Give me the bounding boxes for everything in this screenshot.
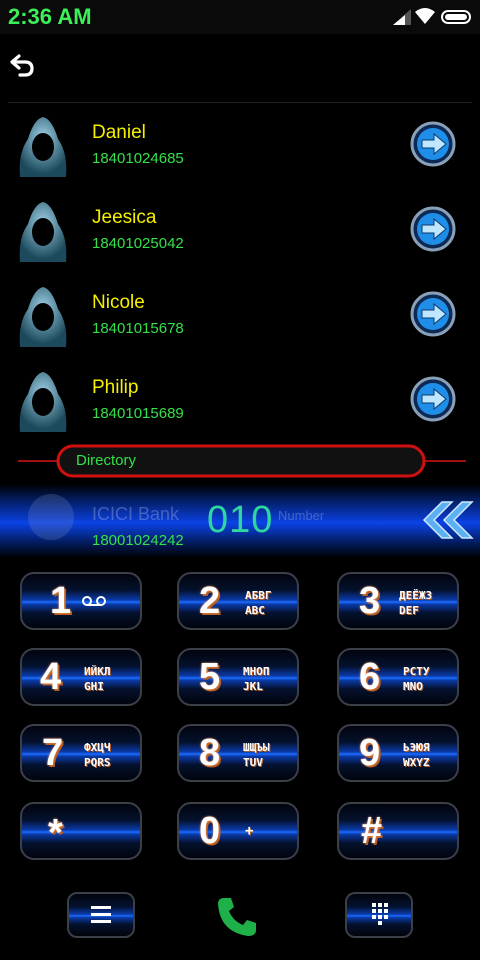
key-9[interactable]: 9 ЬЭЮЯ WXYZ — [337, 724, 459, 782]
dialed-number: 010 — [207, 499, 274, 541]
suggestion-avatar — [28, 494, 74, 540]
contact-list: Daniel 18401024685 Jeesica 18401025042 N… — [0, 108, 480, 448]
call-arrow-icon[interactable] — [410, 206, 456, 252]
directory-label: Directory — [76, 452, 137, 469]
hooded-avatar-icon — [19, 202, 67, 262]
dialpad-button[interactable] — [345, 892, 413, 938]
status-time: 2:36 AM — [8, 4, 92, 29]
hooded-avatar-icon — [19, 117, 67, 177]
key-6[interactable]: 6 РСТУ MNO — [337, 648, 459, 706]
dial-display: ICICI Bank 18001024242 010 Number — [0, 484, 480, 558]
key-letters: ДЕЁЖЗ DEF — [399, 589, 433, 617]
hooded-avatar-icon — [19, 287, 67, 347]
key-digit: 8 — [199, 732, 221, 774]
key-letters: + — [245, 823, 254, 839]
call-arrow-icon[interactable] — [410, 121, 456, 167]
contact-number: 18401024685 — [92, 150, 184, 167]
key-1[interactable]: 1 — [20, 572, 142, 630]
contact-row[interactable]: Jeesica 18401025042 — [0, 193, 480, 278]
call-arrow-icon[interactable] — [410, 291, 456, 337]
menu-button[interactable] — [67, 892, 135, 938]
key-letters: ФХЦЧ PQRS — [84, 741, 111, 769]
contact-name: Jeesica — [92, 207, 157, 228]
key-8[interactable]: 8 ШЩЪЫ TUV — [177, 724, 299, 782]
key-star[interactable]: * — [20, 802, 142, 860]
voicemail-icon — [82, 596, 106, 606]
backspace-icon[interactable] — [408, 498, 480, 542]
key-digit: 3 — [359, 580, 381, 622]
key-letters: АБВГ ABC — [245, 589, 272, 617]
key-digit: 0 — [199, 810, 221, 852]
key-digit: 5 — [199, 656, 221, 698]
contact-number: 18401025042 — [92, 235, 184, 252]
key-digit: # — [361, 810, 383, 852]
key-digit: 4 — [40, 656, 62, 698]
key-letters: ИЙКЛ GHI — [84, 665, 111, 693]
contact-name: Philip — [92, 377, 139, 398]
menu-icon — [91, 906, 111, 923]
key-letters: МНОП JKL — [243, 665, 270, 693]
wifi-icon — [415, 8, 435, 24]
key-hash[interactable]: # — [337, 802, 459, 860]
key-0[interactable]: 0 + — [177, 802, 299, 860]
key-digit: 2 — [199, 580, 221, 622]
contact-number: 18401015678 — [92, 320, 184, 337]
key-5[interactable]: 5 МНОП JKL — [177, 648, 299, 706]
contact-row[interactable]: Philip 18401015689 — [0, 363, 480, 448]
contact-row[interactable]: Nicole 18401015678 — [0, 278, 480, 363]
key-3[interactable]: 3 ДЕЁЖЗ DEF — [337, 572, 459, 630]
call-arrow-icon[interactable] — [410, 376, 456, 422]
key-digit: 9 — [359, 732, 381, 774]
signal-icon — [393, 9, 411, 25]
key-digit: 7 — [42, 732, 64, 774]
header-divider — [8, 102, 472, 103]
number-hint: Number — [278, 508, 325, 523]
key-letters: ШЩЪЫ TUV — [243, 741, 270, 769]
contact-name: Daniel — [92, 122, 146, 143]
battery-icon — [441, 10, 471, 24]
directory-bar[interactable]: Directory — [18, 444, 466, 478]
key-digit: 1 — [50, 580, 72, 622]
key-letters: ЬЭЮЯ WXYZ — [403, 741, 430, 769]
key-4[interactable]: 4 ИЙКЛ GHI — [20, 648, 142, 706]
hooded-avatar-icon — [19, 372, 67, 432]
key-digit: * — [48, 812, 63, 854]
back-arrow-icon[interactable] — [10, 54, 36, 78]
status-bar: 2:36 AM — [0, 0, 480, 34]
key-7[interactable]: 7 ФХЦЧ PQRS — [20, 724, 142, 782]
contact-row[interactable]: Daniel 18401024685 — [0, 108, 480, 193]
phone-icon[interactable] — [214, 894, 260, 940]
contact-number: 18401015689 — [92, 405, 184, 422]
suggestion-number[interactable]: 18001024242 — [92, 532, 184, 549]
key-2[interactable]: 2 АБВГ ABC — [177, 572, 299, 630]
key-letters: РСТУ MNO — [403, 665, 430, 693]
contact-name: Nicole — [92, 292, 145, 313]
suggestion-name: ICICI Bank — [92, 504, 180, 524]
key-digit: 6 — [359, 656, 381, 698]
dialpad-icon — [372, 903, 388, 925]
